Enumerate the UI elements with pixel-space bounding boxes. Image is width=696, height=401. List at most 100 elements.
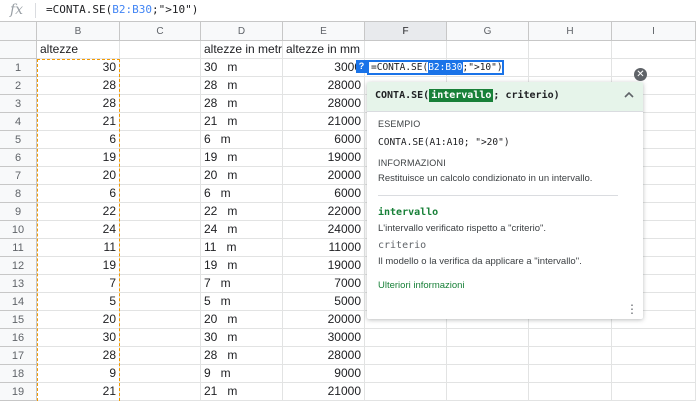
formula-text[interactable]: =CONTA.SE(B2:B30;">10") — [46, 3, 198, 16]
cell-empty[interactable] — [120, 347, 201, 365]
cell-altezze[interactable]: 6 — [37, 185, 120, 203]
more-info-link[interactable]: Ulteriori informazioni — [378, 280, 465, 291]
row-header[interactable]: 9 — [0, 203, 37, 221]
cell-altezze-mm[interactable]: 28000 — [283, 77, 365, 95]
cell-editor[interactable]: =CONTA.SE(B2:B30;">10") — [367, 60, 504, 75]
cell-altezze[interactable]: 24 — [37, 221, 120, 239]
cell-altezze-mm[interactable]: 30000 — [283, 329, 365, 347]
cell-empty[interactable] — [120, 203, 201, 221]
cell-altezze[interactable]: 11 — [37, 239, 120, 257]
cell-empty[interactable] — [120, 77, 201, 95]
column-header-d[interactable]: D — [201, 22, 283, 41]
cell-empty[interactable] — [612, 365, 696, 383]
cell-altezze[interactable]: 6 — [37, 131, 120, 149]
cell-empty[interactable] — [120, 221, 201, 239]
cell-empty[interactable] — [120, 131, 201, 149]
cell-altezze-mm[interactable]: 21000 — [283, 113, 365, 131]
cell-header-mm[interactable]: altezze in mm — [283, 41, 365, 59]
cell-altezze[interactable]: 21 — [37, 113, 120, 131]
cell-altezze-mm[interactable]: 9000 — [283, 365, 365, 383]
cell-altezze[interactable]: 22 — [37, 203, 120, 221]
row-header[interactable]: 13 — [0, 275, 37, 293]
row-header[interactable]: 4 — [0, 113, 37, 131]
cell-empty[interactable] — [447, 329, 529, 347]
formula-bar[interactable]: fx =CONTA.SE(B2:B30;">10") — [0, 0, 696, 22]
cell-altezze-mm[interactable]: 21000 — [283, 383, 365, 401]
cell-altezze-metri[interactable]: 11 m — [201, 239, 283, 257]
cell-altezze-metri[interactable]: 28 m — [201, 77, 283, 95]
cell-empty[interactable] — [120, 59, 201, 77]
cell-empty[interactable] — [120, 149, 201, 167]
row-header[interactable]: 3 — [0, 95, 37, 113]
cell-altezze-mm[interactable]: 22000 — [283, 203, 365, 221]
cell-empty[interactable] — [365, 383, 447, 401]
cell-empty[interactable] — [120, 311, 201, 329]
cell-altezze[interactable]: 30 — [37, 59, 120, 77]
column-header-c[interactable]: C — [120, 22, 201, 41]
row-header[interactable]: 14 — [0, 293, 37, 311]
cell-altezze[interactable]: 28 — [37, 347, 120, 365]
cell-altezze-mm[interactable]: 6000 — [283, 131, 365, 149]
cell-altezze-mm[interactable]: 19000 — [283, 257, 365, 275]
cell-altezze[interactable]: 5 — [37, 293, 120, 311]
cell-altezze-metri[interactable]: 6 m — [201, 185, 283, 203]
row-header[interactable]: 11 — [0, 239, 37, 257]
cell-altezze-metri[interactable]: 30 m — [201, 59, 283, 77]
cell-empty[interactable] — [365, 365, 447, 383]
cell-altezze[interactable]: 28 — [37, 95, 120, 113]
row-header[interactable]: 16 — [0, 329, 37, 347]
cell-empty[interactable] — [612, 383, 696, 401]
cell-empty[interactable] — [120, 95, 201, 113]
cell-empty[interactable] — [120, 293, 201, 311]
row-header[interactable]: 1 — [0, 59, 37, 77]
cell-empty[interactable] — [529, 329, 612, 347]
column-header-e[interactable]: E — [283, 22, 365, 41]
cell-header-altezze[interactable]: altezze — [37, 41, 120, 59]
row-header[interactable]: 8 — [0, 185, 37, 203]
cell-altezze-metri[interactable]: 19 m — [201, 257, 283, 275]
cell-altezze-mm[interactable]: 7000 — [283, 275, 365, 293]
cell-empty[interactable] — [120, 185, 201, 203]
cell-empty[interactable] — [120, 239, 201, 257]
cell-altezze-mm[interactable]: 3000 — [283, 59, 365, 77]
cell-altezze-mm[interactable]: 11000 — [283, 239, 365, 257]
cell-altezze-metri[interactable]: 20 m — [201, 167, 283, 185]
formula-help-toggle[interactable]: ? — [356, 60, 367, 73]
cell-altezze[interactable]: 30 — [37, 329, 120, 347]
cell-empty[interactable] — [529, 347, 612, 365]
cell-altezze-mm[interactable]: 20000 — [283, 167, 365, 185]
cell-altezze-mm[interactable]: 28000 — [283, 95, 365, 113]
row-header[interactable]: 12 — [0, 257, 37, 275]
cell-empty[interactable] — [612, 347, 696, 365]
chevron-up-icon[interactable] — [623, 89, 635, 101]
row-header-blank[interactable] — [0, 41, 37, 59]
cell-header-c[interactable] — [120, 41, 201, 59]
cell-altezze[interactable]: 19 — [37, 257, 120, 275]
cell-altezze-metri[interactable]: 30 m — [201, 329, 283, 347]
cell-empty[interactable] — [612, 329, 696, 347]
cell-altezze-metri[interactable]: 7 m — [201, 275, 283, 293]
cell-header-metri[interactable]: altezze in metri — [201, 41, 283, 59]
column-header-i[interactable]: I — [612, 22, 696, 41]
row-header[interactable]: 10 — [0, 221, 37, 239]
cell-altezze-mm[interactable]: 28000 — [283, 347, 365, 365]
cell-empty[interactable] — [365, 347, 447, 365]
cell-altezze-metri[interactable]: 5 m — [201, 293, 283, 311]
cell-altezze[interactable]: 7 — [37, 275, 120, 293]
cell-altezze-metri[interactable]: 28 m — [201, 347, 283, 365]
cell-altezze-metri[interactable]: 28 m — [201, 95, 283, 113]
cell-altezze-metri[interactable]: 22 m — [201, 203, 283, 221]
cell-empty[interactable] — [120, 257, 201, 275]
cell-empty[interactable] — [447, 383, 529, 401]
cell-empty[interactable] — [120, 365, 201, 383]
cell-empty[interactable] — [120, 167, 201, 185]
cell-header-f[interactable] — [365, 41, 447, 59]
cell-altezze[interactable]: 20 — [37, 311, 120, 329]
cell-altezze-metri[interactable]: 21 m — [201, 383, 283, 401]
cell-altezze[interactable]: 19 — [37, 149, 120, 167]
row-header[interactable]: 2 — [0, 77, 37, 95]
cell-empty[interactable] — [365, 329, 447, 347]
cell-header-g[interactable] — [447, 41, 529, 59]
cell-altezze-metri[interactable]: 24 m — [201, 221, 283, 239]
cell-altezze-mm[interactable]: 20000 — [283, 311, 365, 329]
